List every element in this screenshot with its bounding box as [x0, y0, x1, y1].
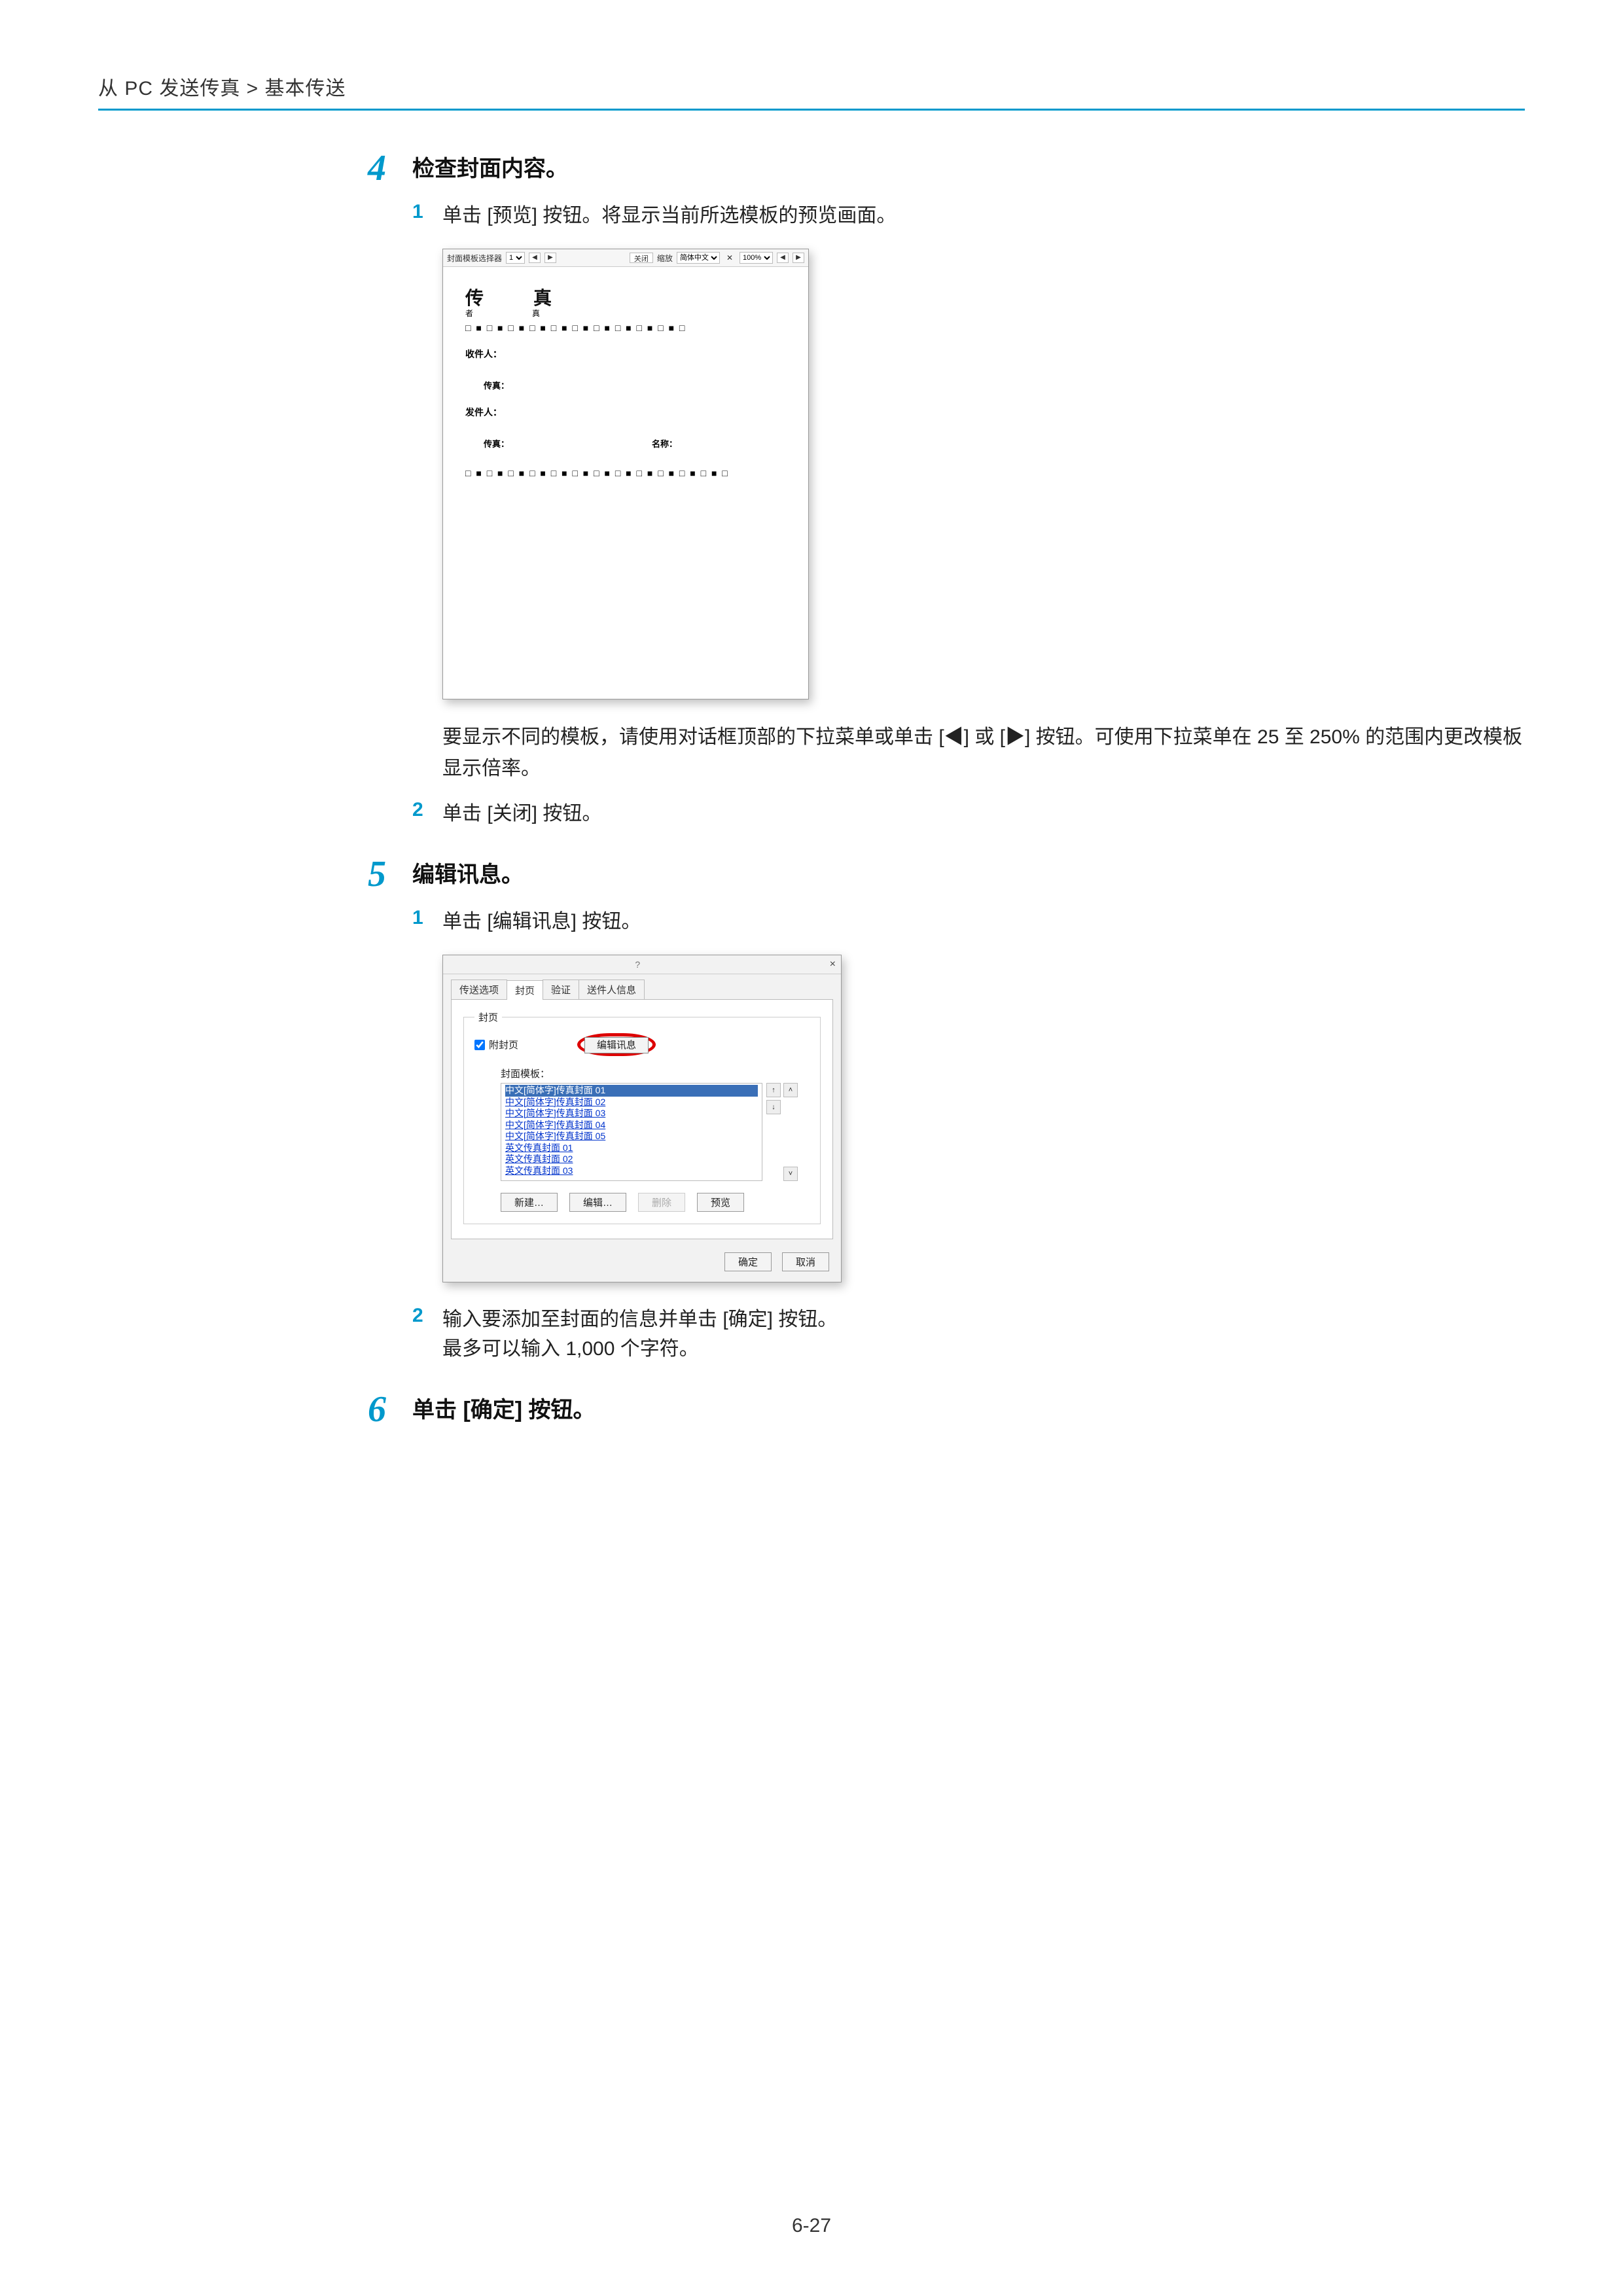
attach-cover-checkbox[interactable]: 附封页 — [474, 1038, 518, 1051]
step-title-4: 检查封面内容。 — [412, 150, 568, 185]
step-4-sub-1: 1 单击 [预览] 按钮。将显示当前所选模板的预览画面。 — [412, 201, 1525, 230]
reorder-buttons: ↑ ↓ — [766, 1083, 781, 1181]
recipient-fax-label: 传真： — [484, 379, 786, 391]
highlight-oval: 编辑讯息 — [577, 1033, 656, 1056]
move-down-button[interactable]: ↓ — [766, 1100, 781, 1114]
list-item[interactable]: 中文[简体字]传真封面 01 — [505, 1085, 758, 1097]
fax-heading: 传 真 — [465, 284, 786, 310]
dialog-tabs: 传送选项 封页 验证 送件人信息 — [443, 974, 841, 999]
screenshot-preview-dialog: 封面模板选择器 1 ◀ ▶ 关闭 缩放 简体中文 ✕ 100% ◀ ▶ 传 真 … — [442, 249, 1525, 699]
step-title-6: 单击 [确定] 按钮。 — [412, 1391, 596, 1426]
list-item[interactable]: 中文[简体字]传真封面 04 — [505, 1120, 758, 1131]
zoom-in-button[interactable]: ▶ — [793, 253, 804, 263]
substep-text: 单击 [关闭] 按钮。 — [442, 799, 601, 828]
substep-text: 输入要添加至封面的信息并单击 [确定] 按钮。 最多可以输入 1,000 个字符… — [442, 1305, 837, 1364]
preview-dialog: 封面模板选择器 1 ◀ ▶ 关闭 缩放 简体中文 ✕ 100% ◀ ▶ 传 真 … — [442, 249, 809, 699]
tab-sender-info[interactable]: 送件人信息 — [579, 980, 645, 999]
cover-legend: 封页 — [474, 1010, 502, 1024]
toolbar-label: 封面模板选择器 — [447, 253, 502, 264]
template-dropdown[interactable]: 1 — [506, 252, 525, 264]
step-5: 5 编辑讯息。 — [327, 856, 1525, 892]
sender-fax-label: 传真： — [484, 437, 509, 450]
sender-title-label: 名称： — [652, 437, 677, 450]
preview-button[interactable]: 预览 — [697, 1193, 744, 1212]
substep-text: 单击 [编辑讯息] 按钮。 — [442, 907, 641, 936]
divider-dots-2: □ ■ □ ■ □ ■ □ ■ □ ■ □ ■ □ ■ □ ■ □ ■ □ ■ … — [465, 468, 786, 478]
substep-number: 1 — [412, 201, 442, 223]
attach-cover-label: 附封页 — [489, 1038, 518, 1051]
step-4: 4 检查封面内容。 — [327, 150, 1525, 186]
step-number-5: 5 — [327, 856, 412, 892]
zoom-label: 缩放 — [657, 253, 673, 264]
list-item[interactable]: 英文传真封面 01 — [505, 1142, 758, 1154]
step-5-sub-1: 1 单击 [编辑讯息] 按钮。 — [412, 907, 1525, 936]
step-number-6: 6 — [327, 1391, 412, 1428]
dialog-titlebar: ? × — [443, 955, 841, 974]
fax-subheading: 者 真 — [465, 308, 786, 319]
list-item[interactable]: 英文传真封面 03 — [505, 1165, 758, 1177]
scroll-down-icon[interactable]: ˅ — [783, 1167, 798, 1181]
list-item[interactable]: 中文[简体字]传真封面 02 — [505, 1097, 758, 1108]
preview-toolbar: 封面模板选择器 1 ◀ ▶ 关闭 缩放 简体中文 ✕ 100% ◀ ▶ — [443, 249, 808, 267]
tab-body: 封页 附封页 编辑讯息 封面模板： 中文[简体字]传真封面 01 — [451, 999, 833, 1239]
settings-dialog: ? × 传送选项 封页 验证 送件人信息 封页 附封页 — [442, 955, 842, 1282]
cancel-button[interactable]: 取消 — [782, 1252, 829, 1271]
step-number-4: 4 — [327, 150, 412, 186]
header-rule — [98, 109, 1525, 111]
tab-send-options[interactable]: 传送选项 — [451, 980, 507, 999]
step-4-sub-2: 2 单击 [关闭] 按钮。 — [412, 799, 1525, 828]
ok-button[interactable]: 确定 — [724, 1252, 772, 1271]
template-list-wrap: 中文[简体字]传真封面 01 中文[简体字]传真封面 02 中文[简体字]传真封… — [501, 1083, 810, 1181]
screenshot-settings-dialog: ? × 传送选项 封页 验证 送件人信息 封页 附封页 — [442, 955, 1525, 1282]
edit-message-button[interactable]: 编辑讯息 — [584, 1037, 649, 1053]
substep-text-line-2: 最多可以输入 1,000 个字符。 — [442, 1338, 699, 1360]
edit-button[interactable]: 编辑… — [569, 1193, 626, 1212]
divider-dots: □ ■ □ ■ □ ■ □ ■ □ ■ □ ■ □ ■ □ ■ □ ■ □ ■ … — [465, 323, 786, 333]
step-6: 6 单击 [确定] 按钮。 — [327, 1391, 1525, 1428]
breadcrumb: 从 PC 发送传真 > 基本传送 — [98, 72, 1525, 101]
template-listbox[interactable]: 中文[简体字]传真封面 01 中文[简体字]传真封面 02 中文[简体字]传真封… — [501, 1083, 762, 1181]
substep-text: 单击 [预览] 按钮。将显示当前所选模板的预览画面。 — [442, 201, 896, 230]
substep-number: 1 — [412, 907, 442, 929]
document-page: 从 PC 发送传真 > 基本传送 4 检查封面内容。 1 单击 [预览] 按钮。… — [0, 0, 1623, 2296]
zoom-dropdown[interactable]: 简体中文 — [677, 252, 720, 264]
x-icon: ✕ — [726, 253, 733, 262]
tab-auth[interactable]: 验证 — [543, 980, 579, 999]
substep-number: 2 — [412, 1305, 442, 1327]
zoom-out-button[interactable]: ◀ — [777, 253, 789, 263]
list-item[interactable]: 中文[简体字]传真封面 03 — [505, 1108, 758, 1120]
scroll-up-icon[interactable]: ˄ — [783, 1083, 798, 1097]
dialog-footer: 确定 取消 — [443, 1246, 841, 1282]
substep-text-line-1: 输入要添加至封面的信息并单击 [确定] 按钮。 — [442, 1309, 837, 1330]
cover-fieldset: 封页 附封页 编辑讯息 封面模板： 中文[简体字]传真封面 01 — [463, 1010, 821, 1224]
step-4-note: 要显示不同的模板，请使用对话框顶部的下拉菜单或单击 [◀] 或 [▶] 按钮。可… — [442, 722, 1525, 785]
list-scrollbar[interactable]: ˄ ˅ — [783, 1083, 798, 1181]
template-list-label: 封面模板： — [501, 1067, 810, 1080]
tab-cover-page[interactable]: 封页 — [507, 980, 543, 1000]
new-button[interactable]: 新建… — [501, 1193, 558, 1212]
template-action-row: 新建… 编辑… 删除 预览 — [501, 1193, 810, 1212]
next-template-button[interactable]: ▶ — [544, 253, 556, 263]
list-item[interactable]: 中文[简体字]传真封面 05 — [505, 1131, 758, 1142]
prev-template-button[interactable]: ◀ — [529, 253, 541, 263]
attach-cover-input[interactable] — [474, 1040, 485, 1050]
step-title-5: 编辑讯息。 — [412, 856, 524, 891]
list-item[interactable]: 英文传真封面 02 — [505, 1154, 758, 1165]
page-number: 6-27 — [0, 2215, 1623, 2237]
help-icon[interactable]: ? — [635, 959, 640, 970]
recipient-label: 收件人： — [465, 347, 786, 361]
zoom-pct-dropdown[interactable]: 100% — [740, 252, 773, 264]
delete-button[interactable]: 删除 — [638, 1193, 685, 1212]
sender-label: 发件人： — [465, 406, 786, 419]
substep-number: 2 — [412, 799, 442, 821]
close-icon[interactable]: × — [830, 959, 836, 970]
close-button[interactable]: 关闭 — [630, 253, 653, 263]
cover-sheet-preview: 传 真 者 真 □ ■ □ ■ □ ■ □ ■ □ ■ □ ■ □ ■ □ ■ … — [443, 267, 808, 699]
step-5-sub-2: 2 输入要添加至封面的信息并单击 [确定] 按钮。 最多可以输入 1,000 个… — [412, 1305, 1525, 1364]
dialog-title — [448, 958, 457, 971]
move-up-button[interactable]: ↑ — [766, 1083, 781, 1097]
